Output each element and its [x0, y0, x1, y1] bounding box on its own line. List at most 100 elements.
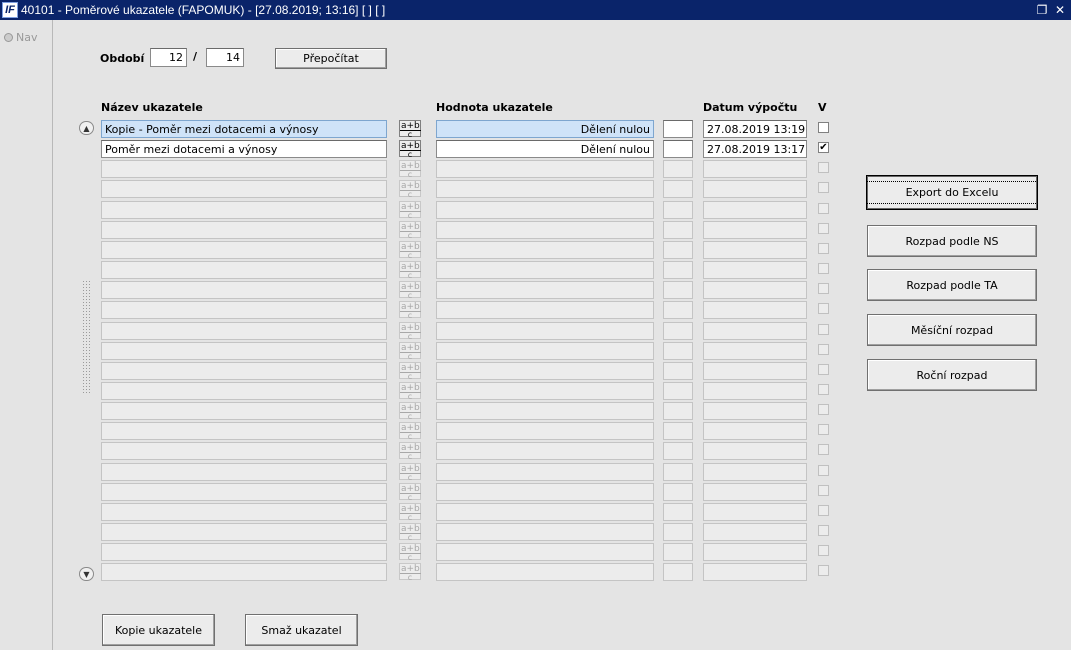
formula-icon[interactable]: a+b c — [399, 301, 421, 320]
indicator-name-field[interactable] — [101, 463, 387, 481]
formula-icon[interactable]: a+b c — [399, 261, 421, 280]
yearly-breakdown-button[interactable]: Roční rozpad — [867, 359, 1037, 391]
period-from-field[interactable]: 12 — [150, 48, 187, 67]
indicator-extra-field[interactable] — [663, 523, 693, 541]
v-checkbox[interactable] — [818, 465, 829, 476]
calculation-date-field[interactable] — [703, 463, 807, 481]
indicator-extra-field[interactable] — [663, 442, 693, 460]
indicator-name-field[interactable] — [101, 342, 387, 360]
indicator-name-field[interactable] — [101, 362, 387, 380]
indicator-value-field[interactable] — [436, 563, 654, 581]
indicator-value-field[interactable] — [436, 201, 654, 219]
indicator-value-field[interactable] — [436, 180, 654, 198]
indicator-value-field[interactable] — [436, 221, 654, 239]
formula-icon[interactable]: a+b c — [399, 281, 421, 300]
formula-icon[interactable]: a+b c — [399, 342, 421, 361]
v-checkbox[interactable] — [818, 364, 829, 375]
calculation-date-field[interactable] — [703, 563, 807, 581]
indicator-name-field[interactable]: Poměr mezi dotacemi a výnosy — [101, 140, 387, 158]
indicator-value-field[interactable] — [436, 543, 654, 561]
indicator-extra-field[interactable] — [663, 160, 693, 178]
v-checkbox[interactable] — [818, 263, 829, 274]
indicator-extra-field[interactable] — [663, 563, 693, 581]
calculation-date-field[interactable] — [703, 201, 807, 219]
indicator-name-field[interactable] — [101, 543, 387, 561]
nav-button[interactable]: Nav — [4, 31, 37, 44]
indicator-name-field[interactable] — [101, 422, 387, 440]
indicator-value-field[interactable] — [436, 442, 654, 460]
v-checkbox[interactable] — [818, 324, 829, 335]
v-checkbox[interactable] — [818, 344, 829, 355]
indicator-extra-field[interactable] — [663, 261, 693, 279]
indicator-value-field[interactable]: Dělení nulou — [436, 140, 654, 158]
formula-icon[interactable]: a+b c — [399, 160, 421, 179]
formula-icon[interactable]: a+b c — [399, 180, 421, 199]
formula-icon[interactable]: a+b c — [399, 422, 421, 441]
calculation-date-field[interactable]: 27.08.2019 13:17 — [703, 140, 807, 158]
indicator-name-field[interactable] — [101, 241, 387, 259]
calculation-date-field[interactable] — [703, 543, 807, 561]
indicator-name-field[interactable] — [101, 402, 387, 420]
indicator-name-field[interactable] — [101, 483, 387, 501]
indicator-extra-field[interactable] — [663, 281, 693, 299]
v-checkbox[interactable] — [818, 505, 829, 516]
calculation-date-field[interactable] — [703, 241, 807, 259]
delete-indicator-button[interactable]: Smaž ukazatel — [245, 614, 358, 646]
indicator-extra-field[interactable] — [663, 342, 693, 360]
indicator-name-field[interactable] — [101, 180, 387, 198]
calculation-date-field[interactable] — [703, 221, 807, 239]
indicator-value-field[interactable] — [436, 503, 654, 521]
indicator-value-field[interactable] — [436, 301, 654, 319]
calculation-date-field[interactable] — [703, 483, 807, 501]
indicator-name-field[interactable]: Kopie - Poměr mezi dotacemi a výnosy — [101, 120, 387, 138]
indicator-extra-field[interactable] — [663, 543, 693, 561]
indicator-value-field[interactable] — [436, 523, 654, 541]
indicator-extra-field[interactable] — [663, 422, 693, 440]
indicator-extra-field[interactable] — [663, 180, 693, 198]
indicator-value-field[interactable] — [436, 322, 654, 340]
formula-icon[interactable]: a+b c — [399, 463, 421, 482]
indicator-name-field[interactable] — [101, 221, 387, 239]
formula-icon[interactable]: a+b c — [399, 322, 421, 341]
monthly-breakdown-button[interactable]: Měsíční rozpad — [867, 314, 1037, 346]
indicator-value-field[interactable] — [436, 483, 654, 501]
v-checkbox[interactable] — [818, 424, 829, 435]
v-checkbox[interactable] — [818, 525, 829, 536]
indicator-name-field[interactable] — [101, 281, 387, 299]
v-checkbox[interactable]: ✔ — [818, 142, 829, 153]
calculation-date-field[interactable] — [703, 180, 807, 198]
formula-icon[interactable]: a+b c — [399, 563, 421, 582]
indicator-name-field[interactable] — [101, 503, 387, 521]
calculation-date-field[interactable] — [703, 523, 807, 541]
v-checkbox[interactable] — [818, 444, 829, 455]
calculation-date-field[interactable] — [703, 442, 807, 460]
calculation-date-field[interactable] — [703, 362, 807, 380]
formula-icon[interactable]: a+b c — [399, 120, 421, 139]
indicator-value-field[interactable] — [436, 382, 654, 400]
v-checkbox[interactable] — [818, 223, 829, 234]
indicator-value-field[interactable] — [436, 422, 654, 440]
calculation-date-field[interactable] — [703, 261, 807, 279]
calculation-date-field[interactable] — [703, 422, 807, 440]
indicator-extra-field[interactable] — [663, 241, 693, 259]
formula-icon[interactable]: a+b c — [399, 382, 421, 401]
v-checkbox[interactable] — [818, 162, 829, 173]
v-checkbox[interactable] — [818, 283, 829, 294]
indicator-extra-field[interactable] — [663, 140, 693, 158]
calculation-date-field[interactable] — [703, 382, 807, 400]
indicator-value-field[interactable] — [436, 362, 654, 380]
v-checkbox[interactable] — [818, 243, 829, 254]
indicator-value-field[interactable] — [436, 402, 654, 420]
indicator-extra-field[interactable] — [663, 201, 693, 219]
formula-icon[interactable]: a+b c — [399, 523, 421, 542]
recalculate-button[interactable]: Přepočítat — [275, 48, 387, 69]
calculation-date-field[interactable] — [703, 281, 807, 299]
indicator-value-field[interactable] — [436, 160, 654, 178]
scroll-down-button[interactable]: ▼ — [79, 567, 94, 581]
formula-icon[interactable]: a+b c — [399, 483, 421, 502]
indicator-name-field[interactable] — [101, 201, 387, 219]
formula-icon[interactable]: a+b c — [399, 201, 421, 220]
indicator-name-field[interactable] — [101, 442, 387, 460]
copy-indicator-button[interactable]: Kopie ukazatele — [102, 614, 215, 646]
scroll-up-button[interactable]: ▲ — [79, 121, 94, 135]
